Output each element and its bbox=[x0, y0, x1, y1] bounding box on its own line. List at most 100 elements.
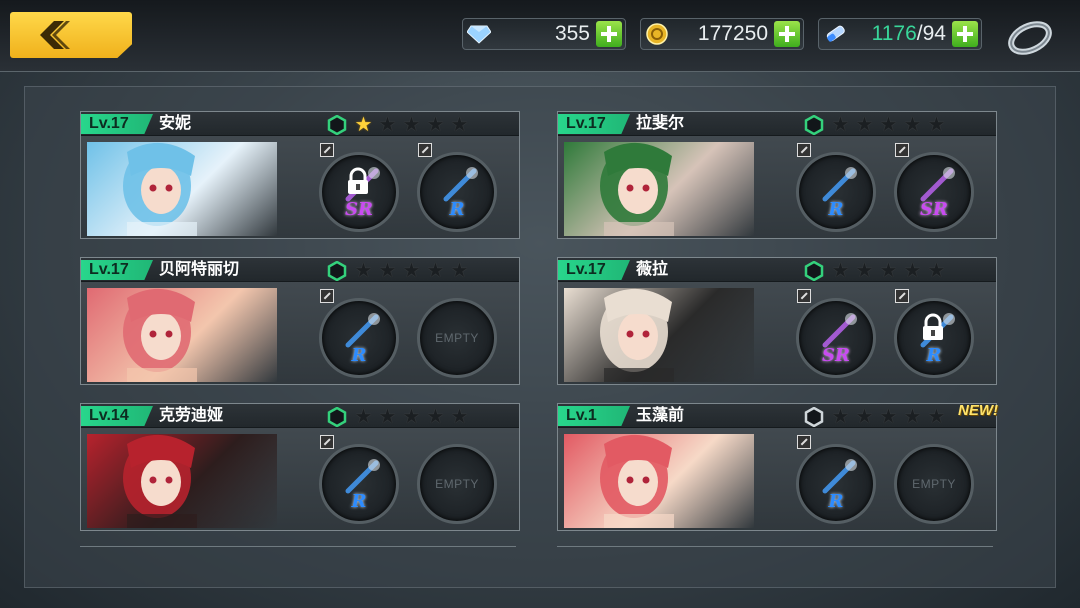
character-portrait bbox=[87, 434, 277, 528]
equipment-slot[interactable]: SR bbox=[894, 143, 974, 232]
level-badge: Lv.17 bbox=[558, 260, 630, 280]
hexagon-rank-icon bbox=[327, 261, 347, 281]
card-header: Lv.17 贝阿特丽切 ★ ★ ★ ★ ★ bbox=[81, 258, 519, 282]
lock-icon bbox=[348, 167, 368, 194]
equipment-slot[interactable]: R bbox=[894, 289, 974, 378]
lock-icon bbox=[923, 313, 943, 340]
star-icon: ★ bbox=[927, 114, 946, 136]
add-diamonds-button[interactable] bbox=[596, 21, 622, 47]
character-card[interactable]: Lv.17 拉斐尔 ★ ★ ★ ★ ★ R SR bbox=[557, 111, 997, 239]
equipment-slot[interactable]: R bbox=[319, 435, 399, 524]
character-name: 贝阿特丽切 bbox=[159, 261, 240, 278]
level-badge: Lv.1 bbox=[558, 406, 630, 426]
star-icon: ★ bbox=[450, 260, 469, 282]
rarity-label: R bbox=[449, 199, 465, 220]
rarity-label: R bbox=[828, 199, 844, 220]
hexagon-rank-icon bbox=[804, 261, 824, 281]
star-icon: ★ bbox=[903, 260, 922, 282]
equip-tag-icon bbox=[320, 143, 334, 157]
star-icon: ★ bbox=[855, 114, 874, 136]
character-portrait bbox=[87, 142, 277, 236]
character-name: 玉藻前 bbox=[636, 407, 685, 424]
equip-tag-icon bbox=[895, 143, 909, 157]
empty-slot-label: EMPTY bbox=[435, 477, 479, 491]
character-name: 安妮 bbox=[159, 115, 192, 132]
level-badge: Lv.17 bbox=[81, 114, 153, 134]
character-card[interactable]: Lv.14 克劳迪娅 ★ ★ ★ ★ ★ R EMPTY bbox=[80, 403, 520, 531]
character-portrait bbox=[87, 288, 277, 382]
rarity-label: R bbox=[926, 345, 942, 366]
gold-value: 177250 bbox=[697, 22, 768, 45]
equip-tag-icon bbox=[797, 143, 811, 157]
character-name: 克劳迪娅 bbox=[159, 407, 224, 424]
new-tag: NEW! bbox=[958, 402, 998, 419]
divider bbox=[557, 546, 993, 547]
hexagon-rank-icon bbox=[804, 115, 824, 135]
empty-slot-label: EMPTY bbox=[435, 331, 479, 345]
star-rating: ★ ★ ★ ★ ★ bbox=[353, 261, 470, 281]
card-header: Lv.17 薇拉 ★ ★ ★ ★ ★ bbox=[558, 258, 996, 282]
chevron-left-icon bbox=[40, 21, 70, 49]
character-card[interactable]: Lv.17 薇拉 ★ ★ ★ ★ ★ SR R bbox=[557, 257, 997, 385]
star-icon: ★ bbox=[426, 406, 445, 428]
empty-equipment-slot[interactable]: EMPTY bbox=[894, 444, 974, 524]
stamina-potion-icon bbox=[819, 18, 851, 50]
equip-tag-icon bbox=[320, 435, 334, 449]
character-card[interactable]: Lv.17 安妮 ★ ★ ★ ★ ★ SR R bbox=[80, 111, 520, 239]
star-rating: ★ ★ ★ ★ ★ bbox=[830, 115, 947, 135]
character-card[interactable]: Lv.1 玉藻前 ★ ★ ★ ★ ★ NEW! R EMPTY bbox=[557, 402, 998, 531]
star-icon: ★ bbox=[879, 114, 898, 136]
star-icon: ★ bbox=[903, 114, 922, 136]
add-gold-button[interactable] bbox=[774, 21, 800, 47]
equipment-slot[interactable]: R bbox=[796, 143, 876, 232]
empty-equipment-slot[interactable]: EMPTY bbox=[417, 444, 497, 524]
rarity-label: R bbox=[351, 491, 367, 512]
equip-tag-icon bbox=[797, 435, 811, 449]
equip-tag-icon bbox=[320, 289, 334, 303]
equipment-slot[interactable]: R bbox=[796, 435, 876, 524]
gold-coin-icon bbox=[641, 18, 673, 50]
star-rating: ★ ★ ★ ★ ★ bbox=[353, 115, 470, 135]
star-rating: ★ ★ ★ ★ ★ bbox=[830, 407, 947, 427]
star-icon: ★ bbox=[426, 114, 445, 136]
star-icon: ★ bbox=[402, 114, 421, 136]
star-icon: ★ bbox=[378, 406, 397, 428]
equipment-slot[interactable]: R bbox=[417, 143, 497, 232]
character-name: 薇拉 bbox=[636, 261, 669, 278]
equipment-slot[interactable]: SR bbox=[319, 143, 399, 232]
star-icon: ★ bbox=[402, 260, 421, 282]
character-portrait bbox=[564, 288, 754, 382]
rarity-label: SR bbox=[822, 345, 850, 366]
rarity-label: R bbox=[828, 491, 844, 512]
stamina-value: 1176/94 bbox=[871, 22, 946, 45]
equipment-slot[interactable]: SR bbox=[796, 289, 876, 378]
back-button[interactable] bbox=[10, 12, 132, 58]
star-rating: ★ ★ ★ ★ ★ bbox=[353, 407, 470, 427]
diamond-icon bbox=[463, 18, 495, 50]
star-icon: ★ bbox=[927, 406, 946, 428]
ring-icon[interactable] bbox=[1004, 14, 1056, 60]
add-stamina-button[interactable] bbox=[952, 21, 978, 47]
card-header: Lv.17 安妮 ★ ★ ★ ★ ★ bbox=[81, 112, 519, 136]
star-icon: ★ bbox=[354, 114, 373, 136]
character-card[interactable]: Lv.17 贝阿特丽切 ★ ★ ★ ★ ★ R EMPTY bbox=[80, 257, 520, 385]
star-icon: ★ bbox=[426, 260, 445, 282]
hexagon-rank-icon bbox=[327, 407, 347, 427]
empty-equipment-slot[interactable]: EMPTY bbox=[417, 298, 497, 378]
rarity-label: R bbox=[351, 345, 367, 366]
level-badge: Lv.14 bbox=[81, 406, 153, 426]
star-icon: ★ bbox=[903, 406, 922, 428]
star-rating: ★ ★ ★ ★ ★ bbox=[830, 261, 947, 281]
star-icon: ★ bbox=[378, 260, 397, 282]
star-icon: ★ bbox=[831, 406, 850, 428]
star-icon: ★ bbox=[879, 260, 898, 282]
equip-tag-icon bbox=[895, 289, 909, 303]
empty-slot-label: EMPTY bbox=[912, 477, 956, 491]
card-header: Lv.17 拉斐尔 ★ ★ ★ ★ ★ bbox=[558, 112, 996, 136]
equipment-slot[interactable]: R bbox=[319, 289, 399, 378]
divider bbox=[80, 546, 516, 547]
character-portrait bbox=[564, 434, 754, 528]
diamond-counter: 355 bbox=[462, 18, 626, 50]
rarity-label: SR bbox=[345, 199, 373, 220]
character-name: 拉斐尔 bbox=[636, 115, 685, 132]
